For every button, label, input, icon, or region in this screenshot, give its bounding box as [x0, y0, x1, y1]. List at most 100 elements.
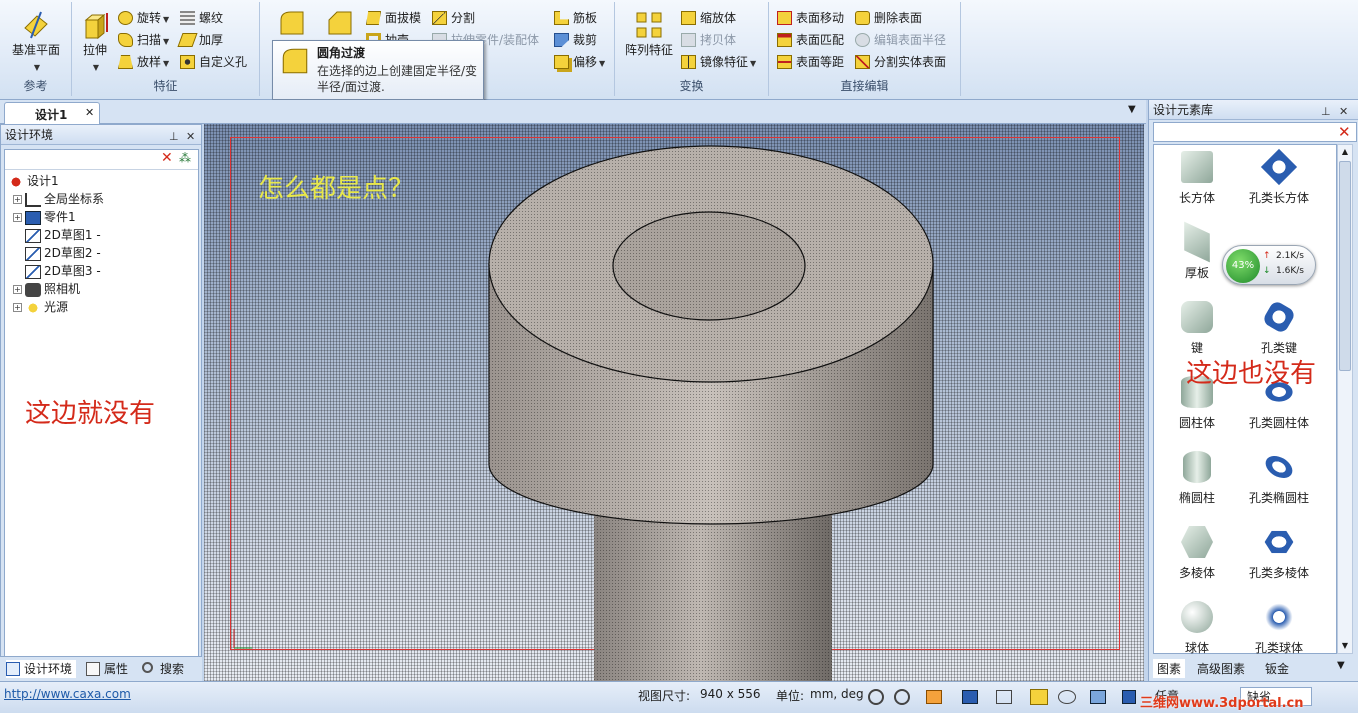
tab-label: 搜索 — [160, 662, 185, 676]
split-button[interactable]: 分割 — [432, 8, 475, 28]
scale-body-icon — [681, 11, 696, 25]
key-icon — [1181, 301, 1213, 333]
sketch-icon — [25, 246, 41, 261]
tree-item-label: 零件1 — [44, 210, 76, 224]
library-scrollbar[interactable]: ▲ ▼ — [1337, 144, 1353, 654]
box-view-icon[interactable] — [1090, 690, 1106, 704]
sketch-icon — [25, 264, 41, 279]
move-icon[interactable] — [996, 690, 1012, 704]
scroll-thumb[interactable] — [1339, 161, 1351, 371]
datum-plane-label: 基准平面 — [11, 43, 60, 57]
pin-icon[interactable]: ⊥ — [1321, 102, 1331, 122]
lib-item-sphere[interactable]: 球体 — [1154, 601, 1240, 656]
right-panel-title: 设计元素库 — [1153, 103, 1214, 117]
split-solid-face-button[interactable]: 分割实体表面 — [855, 52, 946, 72]
clear-library-icon[interactable]: ✕ — [1338, 123, 1351, 141]
tree-item-sketch-3[interactable]: 2D草图3 - — [25, 262, 101, 280]
face-draft-button[interactable]: 面拔模 — [366, 8, 421, 28]
tab-advanced-primitives[interactable]: 高级图素 — [1197, 660, 1245, 677]
loft-button[interactable]: 放样 ▼ — [118, 52, 169, 72]
render-toggle-icon[interactable] — [1030, 689, 1048, 705]
extrude-button[interactable]: 拉伸 ▼ — [76, 10, 114, 76]
glasses-icon[interactable] — [1058, 690, 1076, 704]
pin-icon[interactable]: ⊥ — [169, 127, 179, 147]
rib-button[interactable]: 筋板 — [554, 8, 597, 28]
chamfer-button[interactable] — [322, 8, 358, 40]
tree-item-sketch-1[interactable]: 2D草图1 - — [25, 226, 101, 244]
tab-primitives[interactable]: 图素 — [1153, 659, 1186, 678]
datum-plane-button[interactable]: 基准平面 ▼ — [6, 10, 66, 76]
document-tab[interactable]: 设计1 ✕ — [4, 102, 100, 124]
sweep-button[interactable]: 扫描 ▼ — [118, 30, 169, 50]
rib-icon — [554, 11, 569, 25]
edit-face-radius-button[interactable]: 编辑表面半径 — [855, 30, 946, 50]
rotate-button[interactable]: 旋转 ▼ — [118, 8, 169, 28]
tab-search[interactable]: 搜索 — [142, 660, 184, 678]
custom-hole-button[interactable]: 自定义孔 — [180, 52, 247, 72]
mirror-feature-button[interactable]: 镜像特征 ▼ — [681, 52, 756, 72]
extrude-icon — [84, 13, 108, 40]
zoom-icon[interactable] — [868, 689, 884, 705]
tab-dropdown-icon[interactable]: ▼ — [1128, 104, 1136, 115]
face-offset-button[interactable]: 表面等距 — [777, 52, 844, 72]
lib-item-hole-prism[interactable]: 孔类多棱体 — [1236, 526, 1322, 581]
lib-item-box[interactable]: 长方体 — [1154, 151, 1240, 206]
tree-item-label: 照相机 — [44, 282, 81, 296]
tree-item-camera[interactable]: + 照相机 — [13, 280, 80, 298]
caxa-link[interactable]: http://www.caxa.com — [4, 687, 131, 701]
thicken-button[interactable]: 加厚 — [177, 30, 223, 50]
tree-item-part[interactable]: + 零件1 — [13, 208, 76, 226]
lib-item-prism[interactable]: 多棱体 — [1154, 526, 1240, 581]
trim-button[interactable]: 裁剪 — [554, 30, 597, 50]
offset-label: 偏移 — [573, 55, 598, 69]
scroll-up-icon[interactable]: ▲ — [1338, 145, 1352, 159]
lib-item-key[interactable]: 键 — [1154, 301, 1240, 356]
part-model[interactable] — [204, 124, 1144, 681]
expand-icon[interactable]: + — [13, 213, 22, 222]
tree-item-design[interactable]: 设计1 — [8, 172, 59, 190]
pattern-button[interactable]: 阵列特征 — [619, 10, 679, 58]
tabs-dropdown-icon[interactable]: ▼ — [1337, 660, 1345, 671]
scroll-down-icon[interactable]: ▼ — [1338, 639, 1352, 653]
tab-design-environment[interactable]: 设计环境 — [6, 660, 77, 678]
tree-item-light[interactable]: + 光源 — [13, 298, 68, 316]
design-environment-panel: 设计环境 ⊥ ✕ ✕ ⁂ 设计1 + 全局坐标系 + 零件1 2D草图1 - 2D草… — [0, 124, 202, 681]
lib-item-label: 孔类圆柱体 — [1248, 416, 1309, 430]
scale-body-button[interactable]: 缩放体 — [681, 8, 736, 28]
delete-face-button[interactable]: 删除表面 — [855, 8, 922, 28]
tab-properties[interactable]: 属性 — [86, 660, 128, 678]
lib-item-hole-sphere[interactable]: 孔类球体 — [1236, 601, 1322, 656]
face-match-button[interactable]: 表面匹配 — [777, 30, 844, 50]
expand-icon[interactable]: + — [13, 303, 22, 312]
expand-icon[interactable]: + — [13, 285, 22, 294]
layer-icon[interactable] — [1122, 690, 1136, 704]
expand-icon[interactable]: + — [13, 195, 22, 204]
tree-item-label: 2D草图2 - — [44, 246, 101, 260]
close-tab-icon[interactable]: ✕ — [85, 106, 94, 119]
tab-sheet-metal[interactable]: 钣金 — [1265, 660, 1289, 677]
clear-filter-icon[interactable]: ✕ — [161, 150, 173, 166]
copy-body-button[interactable]: 拷贝体 — [681, 30, 736, 50]
face-move-button[interactable]: 表面移动 — [777, 8, 844, 28]
close-panel-icon[interactable]: ✕ — [186, 127, 195, 147]
lib-item-hole-elliptic-cylinder[interactable]: 孔类椭圆柱 — [1236, 451, 1322, 506]
tree-item-global-coords[interactable]: + 全局坐标系 — [13, 190, 104, 208]
lib-item-hole-box[interactable]: 孔类长方体 — [1236, 148, 1322, 206]
zoom-window-icon[interactable] — [894, 689, 910, 705]
filter-icon[interactable]: ⁂ — [179, 151, 191, 165]
display-mode-icon[interactable] — [962, 690, 978, 704]
tree-item-sketch-2[interactable]: 2D草图2 - — [25, 244, 101, 262]
fillet-button[interactable] — [274, 8, 310, 40]
tree-item-label: 全局坐标系 — [44, 192, 105, 206]
edit-face-radius-label: 编辑表面半径 — [874, 33, 947, 47]
3d-viewport[interactable]: 怎么都是点？ — [204, 124, 1144, 681]
thread-button[interactable]: 螺纹 — [180, 8, 223, 28]
offset-button[interactable]: 偏移 ▼ — [554, 52, 605, 72]
rib-label: 筋板 — [573, 11, 598, 25]
lib-item-elliptic-cylinder[interactable]: 椭圆柱 — [1154, 451, 1240, 506]
view-orient-icon[interactable] — [926, 690, 942, 704]
lib-item-hole-key[interactable]: 孔类键 — [1236, 299, 1322, 356]
network-percent: 43% — [1226, 249, 1260, 283]
network-speed-widget[interactable]: 43% ↑ 2.1K/s ↓ 1.6K/s — [1222, 245, 1316, 285]
close-panel-icon[interactable]: ✕ — [1339, 102, 1348, 122]
